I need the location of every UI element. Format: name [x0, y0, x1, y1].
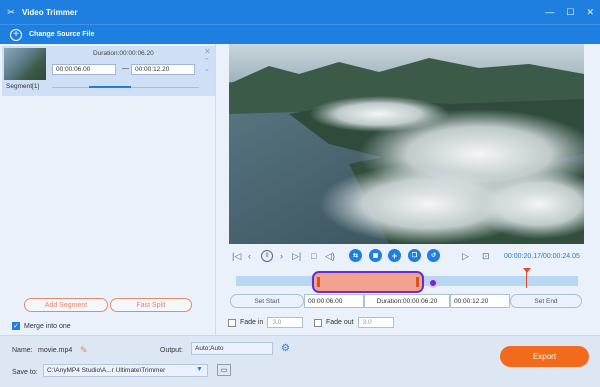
range-dash: —	[122, 65, 129, 72]
fade-out-value[interactable]: 3.0	[357, 317, 394, 328]
fade-out-label: Fade out	[326, 319, 354, 326]
edit-name-icon[interactable]: ✎	[80, 345, 88, 356]
fade-in-option: Fade in 3.0	[228, 317, 304, 328]
segment-duration: Duration:00:00:06.20	[93, 50, 154, 57]
minimize-button[interactable]: —	[545, 7, 554, 17]
add-segment-button[interactable]: Add Segment	[24, 298, 108, 312]
segment-panel: Segment[1] Duration:00:00:06.20 00:00:06…	[0, 44, 216, 335]
trim-controls: Set Start 00:00:06.00 Duration:00:00:06.…	[228, 294, 584, 308]
playhead[interactable]	[526, 270, 527, 288]
segment-end-field[interactable]: 00:00:12.20	[131, 64, 195, 75]
merge-label: Merge into one	[24, 322, 71, 330]
video-preview[interactable]	[229, 44, 584, 244]
remove-segment-icon[interactable]: ✕	[204, 47, 211, 56]
export-button[interactable]: Export	[500, 346, 589, 367]
snapshot-icon[interactable]: ▣	[369, 249, 382, 262]
open-folder-icon[interactable]: ▭	[217, 364, 231, 376]
title-bar: ✂ Video Trimmer — ☐ ✕	[0, 0, 600, 24]
start-time-field[interactable]: 00:00:06.00	[304, 294, 364, 308]
file-name: movie.mp4	[38, 347, 73, 354]
loop-icon[interactable]: ⊡	[482, 251, 490, 262]
set-start-button[interactable]: Set Start	[230, 294, 304, 308]
move-down-icon[interactable]: ⌄	[204, 65, 210, 73]
fade-out-option: Fade out 3.0	[314, 317, 394, 328]
end-time-field[interactable]: 00:00:12.20	[450, 294, 510, 308]
output-format-field[interactable]: Auto;Auto	[191, 342, 273, 355]
save-path-field[interactable]: C:\AnyMP4 Studio\A...r Ultimate\Trimmer	[43, 364, 208, 377]
trim-duration: Duration:00:00:06.20	[364, 294, 450, 308]
toolbar: + Change Source File	[0, 24, 600, 44]
merge-option[interactable]: ✓ Merge into one	[12, 322, 71, 330]
volume-icon[interactable]: ◁)	[325, 251, 335, 262]
settings-gear-icon[interactable]: ⚙	[281, 343, 290, 354]
segment-range-indicator	[89, 86, 131, 88]
next-frame-icon[interactable]: ›	[280, 251, 283, 261]
stop-icon[interactable]: □	[311, 251, 316, 261]
fade-in-label: Fade in	[240, 319, 264, 326]
time-readout: 00:00:20.17/00:00:24.05	[504, 253, 580, 260]
add-clip-icon[interactable]: +	[388, 249, 401, 262]
trim-selection[interactable]	[312, 271, 424, 293]
pause-icon[interactable]: II	[261, 250, 273, 262]
selection-end-handle[interactable]	[416, 277, 419, 287]
window-title: Video Trimmer	[22, 7, 78, 17]
reset-icon[interactable]: ↺	[427, 249, 440, 262]
merge-checkbox[interactable]: ✓	[12, 322, 20, 330]
prev-frame-icon[interactable]: ‹	[248, 251, 251, 261]
video-frame	[229, 44, 584, 244]
skip-end-icon[interactable]: ▷|	[292, 251, 301, 262]
move-up-icon[interactable]: ⌃	[204, 57, 210, 65]
dual-view-icon[interactable]: ⇆	[349, 249, 362, 262]
close-window-button[interactable]: ✕	[586, 7, 594, 18]
fast-split-button[interactable]: Fast Split	[110, 298, 192, 312]
selection-start-handle[interactable]	[317, 277, 320, 287]
segment-item[interactable]: Segment[1] Duration:00:00:06.20 00:00:06…	[2, 46, 215, 96]
path-dropdown-icon[interactable]: ▼	[196, 366, 203, 373]
fade-out-checkbox[interactable]	[314, 318, 322, 327]
add-source-icon[interactable]: +	[10, 28, 22, 41]
segment-start-field[interactable]: 00:00:06.00	[52, 64, 116, 75]
maximize-button[interactable]: ☐	[566, 7, 574, 18]
skip-start-icon[interactable]: |◁	[232, 251, 241, 262]
window-controls: — ☐ ✕	[545, 0, 594, 24]
play-clip-icon[interactable]: ▷	[462, 251, 469, 262]
fade-in-value[interactable]: 3.0	[267, 317, 304, 328]
segment-thumbnail	[4, 48, 46, 80]
fade-in-checkbox[interactable]	[228, 318, 236, 327]
playhead-marker[interactable]	[523, 268, 531, 273]
name-label: Name:	[12, 347, 33, 354]
change-source-button[interactable]: Change Source File	[29, 31, 94, 38]
output-label: Output:	[160, 347, 183, 354]
scissors-icon: ✂	[7, 6, 15, 17]
segment-label: Segment[1]	[6, 83, 40, 90]
copy-icon[interactable]: ❐	[408, 249, 421, 262]
set-end-button[interactable]: Set End	[510, 294, 582, 308]
selection-end-knob[interactable]	[428, 278, 438, 288]
save-to-label: Save to:	[12, 369, 38, 376]
